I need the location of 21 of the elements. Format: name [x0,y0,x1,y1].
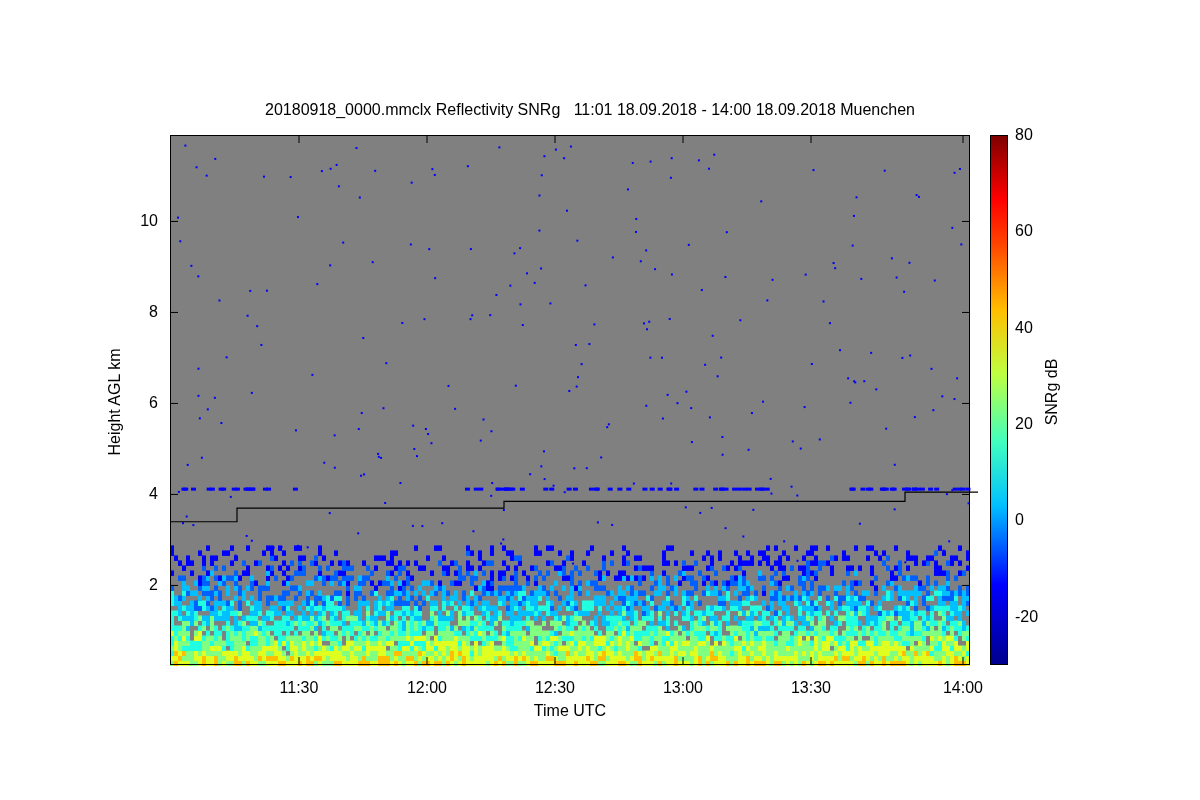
y-tick-label: 8 [148,303,158,322]
y-tick-label: 2 [148,576,158,595]
x-tick-label: 14:00 [941,679,984,697]
x-tick-label: 12:30 [533,679,576,697]
x-tick-label: 13:30 [789,679,832,697]
colorbar-tick-label: 80 [1015,126,1033,144]
colorbar-tick-label: -20 [1015,607,1039,626]
y-axis-label: Height AGL km [105,347,124,458]
colorbar-tick-label: 20 [1015,415,1033,434]
chart-title: 20180918_0000.mmclx Reflectivity SNRg 11:01 18.09.2018 - 14:00 18.09.2018 Muenchen [264,100,916,120]
colorbar-tick-label: 40 [1015,318,1033,337]
colorbar-tick-label: 60 [1015,222,1033,241]
x-axis-label: Time UTC [532,701,608,721]
x-tick-label: 13:00 [661,679,704,697]
y-tick-label: 6 [148,394,158,413]
x-tick-label: 11:30 [278,679,320,697]
colorbar-label: SNRg dB [1042,357,1061,428]
x-tick-label: 12:00 [405,679,448,697]
y-tick-label: 10 [139,212,158,231]
y-tick-label: 4 [148,485,158,504]
colorbar-tick-label: 0 [1015,511,1024,530]
